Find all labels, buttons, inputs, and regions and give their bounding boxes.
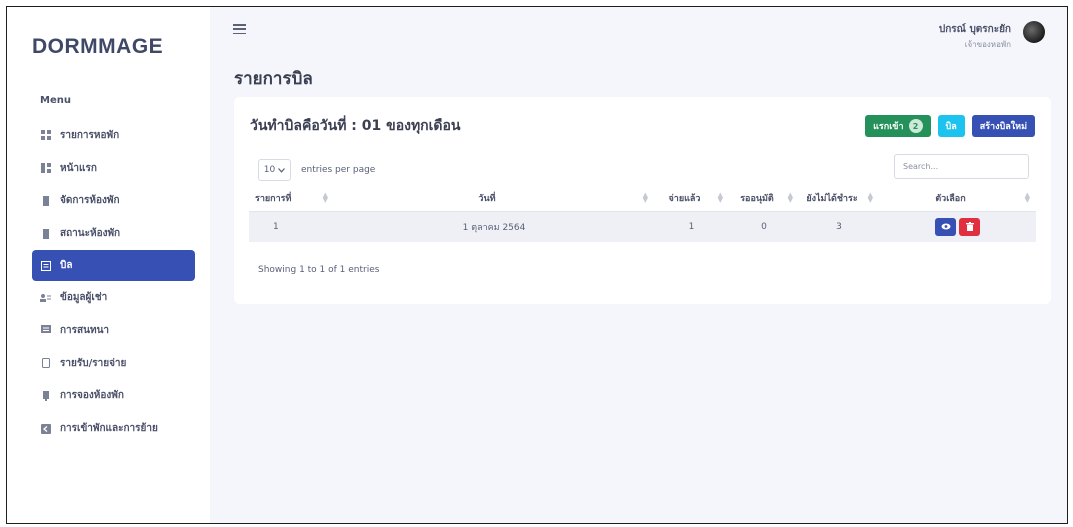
move-in-button[interactable]: แรกเข้า 2 xyxy=(865,115,931,137)
user-role: เจ้าของหอพัก xyxy=(964,40,1011,49)
column-header-options[interactable]: ตัวเลือก ▲ ▼ xyxy=(879,185,1036,212)
brand-logo[interactable]: DORMMAGE xyxy=(32,35,163,59)
sidebar-item-label: จัดการห้องพัก xyxy=(60,195,120,207)
cell-paid: 1 xyxy=(654,211,729,242)
sidebar-item-label: บิล xyxy=(60,260,73,272)
sidebar-item-label: การจองห้องพัก xyxy=(60,390,124,402)
move-in-count-badge: 2 xyxy=(908,119,923,133)
sidebar-item-dorm-list[interactable]: รายการหอพัก xyxy=(7,119,210,152)
table-info: Showing 1 to 1 of 1 entries xyxy=(258,265,380,275)
entries-value: 10 xyxy=(263,165,276,175)
sidebar-item-chat[interactable]: การสนทนา xyxy=(7,314,210,347)
delete-button[interactable] xyxy=(959,217,980,236)
building-icon xyxy=(40,228,51,239)
cell-unpaid: 3 xyxy=(799,211,879,242)
sort-icon: ▲ ▼ xyxy=(1024,191,1030,204)
chat-icon xyxy=(40,325,51,336)
sidebar-item-tenants[interactable]: ข้อมูลผู้เช่า xyxy=(7,281,210,314)
bill-button[interactable]: บิล xyxy=(937,115,965,137)
sidebar-item-label: ข้อมูลผู้เช่า xyxy=(60,292,108,304)
sidebar-item-label: สถานะห้องพัก xyxy=(60,228,121,240)
sidebar-item-label: หน้าแรก xyxy=(60,162,97,174)
sort-icon: ▲ ▼ xyxy=(642,191,648,204)
bills-card: วันทำบิลคือวันที่ : 01 ของทุกเดือน แรกเข… xyxy=(234,97,1051,304)
sidebar-item-home[interactable]: หน้าแรก xyxy=(7,152,210,185)
column-header-unpaid[interactable]: ยังไม่ได้ชำระ ▲ ▼ xyxy=(799,185,879,212)
sidebar-menu: รายการหอพัก หน้าแรก จัดการห้องพัก สถานะห… xyxy=(7,119,210,445)
view-button[interactable] xyxy=(935,217,956,236)
grid-icon xyxy=(40,130,51,141)
column-header-item[interactable]: รายการที่ ▲ ▼ xyxy=(249,185,334,212)
cell-item: 1 xyxy=(249,211,334,242)
user-name: ปกรณ์ บุตรกะยัก xyxy=(938,24,1011,35)
sort-icon: ▲ ▼ xyxy=(322,191,328,204)
entries-control: 10 entries per page xyxy=(258,159,375,181)
trash-icon xyxy=(965,222,974,232)
dashboard-icon xyxy=(40,163,51,174)
column-header-paid[interactable]: จ่ายแล้ว ▲ ▼ xyxy=(654,185,729,212)
sidebar-item-bills[interactable]: บิล xyxy=(32,250,195,282)
menu-toggle-icon[interactable] xyxy=(233,24,246,34)
table-header-row: รายการที่ ▲ ▼ วันที่ ▲ ▼ จ่ายแล้ว ▲ ▼ รออ xyxy=(249,185,1036,212)
sidebar: DORMMAGE Menu รายการหอพัก หน้าแรก จัดการ… xyxy=(7,7,210,523)
action-buttons: แรกเข้า 2 บิล สร้างบิลใหม่ xyxy=(865,115,1035,137)
cell-options xyxy=(879,211,1036,242)
cell-date: 1 ตุลาคม 2564 xyxy=(334,211,654,242)
sort-icon: ▲ ▼ xyxy=(787,191,793,204)
building-icon xyxy=(40,195,51,206)
file-icon xyxy=(40,358,51,369)
bills-table: รายการที่ ▲ ▼ วันที่ ▲ ▼ จ่ายแล้ว ▲ ▼ รออ xyxy=(249,185,1036,242)
booking-icon xyxy=(40,390,51,401)
sidebar-item-label: รายการหอพัก xyxy=(60,129,120,141)
move-in-label: แรกเข้า xyxy=(873,122,904,132)
page-title: รายการบิล xyxy=(234,69,313,89)
sidebar-item-income-expense[interactable]: รายรับ/รายจ่าย xyxy=(7,347,210,380)
sort-icon: ▲ ▼ xyxy=(717,191,723,204)
sort-icon: ▲ ▼ xyxy=(867,191,873,204)
sidebar-item-room-status[interactable]: สถานะห้องพัก xyxy=(7,217,210,250)
create-bill-button[interactable]: สร้างบิลใหม่ xyxy=(971,115,1035,137)
move-icon xyxy=(40,423,51,434)
column-header-date[interactable]: วันที่ ▲ ▼ xyxy=(334,185,654,212)
column-header-pending[interactable]: รออนุมัติ ▲ ▼ xyxy=(729,185,799,212)
cell-pending: 0 xyxy=(729,211,799,242)
sidebar-item-move-in-out[interactable]: การเข้าพักและการย้าย xyxy=(7,412,210,445)
users-icon xyxy=(40,292,51,303)
sidebar-item-manage-rooms[interactable]: จัดการห้องพัก xyxy=(7,185,210,218)
sidebar-item-label: รายรับ/รายจ่าย xyxy=(60,357,127,369)
card-title: วันทำบิลคือวันที่ : 01 ของทุกเดือน xyxy=(250,118,461,134)
search-input[interactable]: Search... xyxy=(894,154,1029,179)
avatar[interactable] xyxy=(1023,21,1045,43)
user-info[interactable]: ปกรณ์ บุตรกะยัก เจ้าของหอพัก xyxy=(939,22,1011,51)
eye-icon xyxy=(941,223,950,230)
sidebar-item-label: การสนทนา xyxy=(60,324,110,336)
entries-label: entries per page xyxy=(301,165,376,175)
main-content: ปกรณ์ บุตรกะยัก เจ้าของหอพัก รายการบิล ว… xyxy=(210,7,1067,523)
chevron-down-icon xyxy=(278,167,286,173)
bill-icon xyxy=(40,260,51,271)
sidebar-item-label: การเข้าพักและการย้าย xyxy=(60,423,158,435)
search-placeholder: Search... xyxy=(903,162,939,171)
entries-per-page-select[interactable]: 10 xyxy=(258,159,291,181)
menu-heading: Menu xyxy=(40,95,71,106)
table-row: 1 1 ตุลาคม 2564 1 0 3 xyxy=(249,211,1036,242)
sidebar-item-booking[interactable]: การจองห้องพัก xyxy=(7,380,210,413)
app-window: DORMMAGE Menu รายการหอพัก หน้าแรก จัดการ… xyxy=(6,6,1068,524)
